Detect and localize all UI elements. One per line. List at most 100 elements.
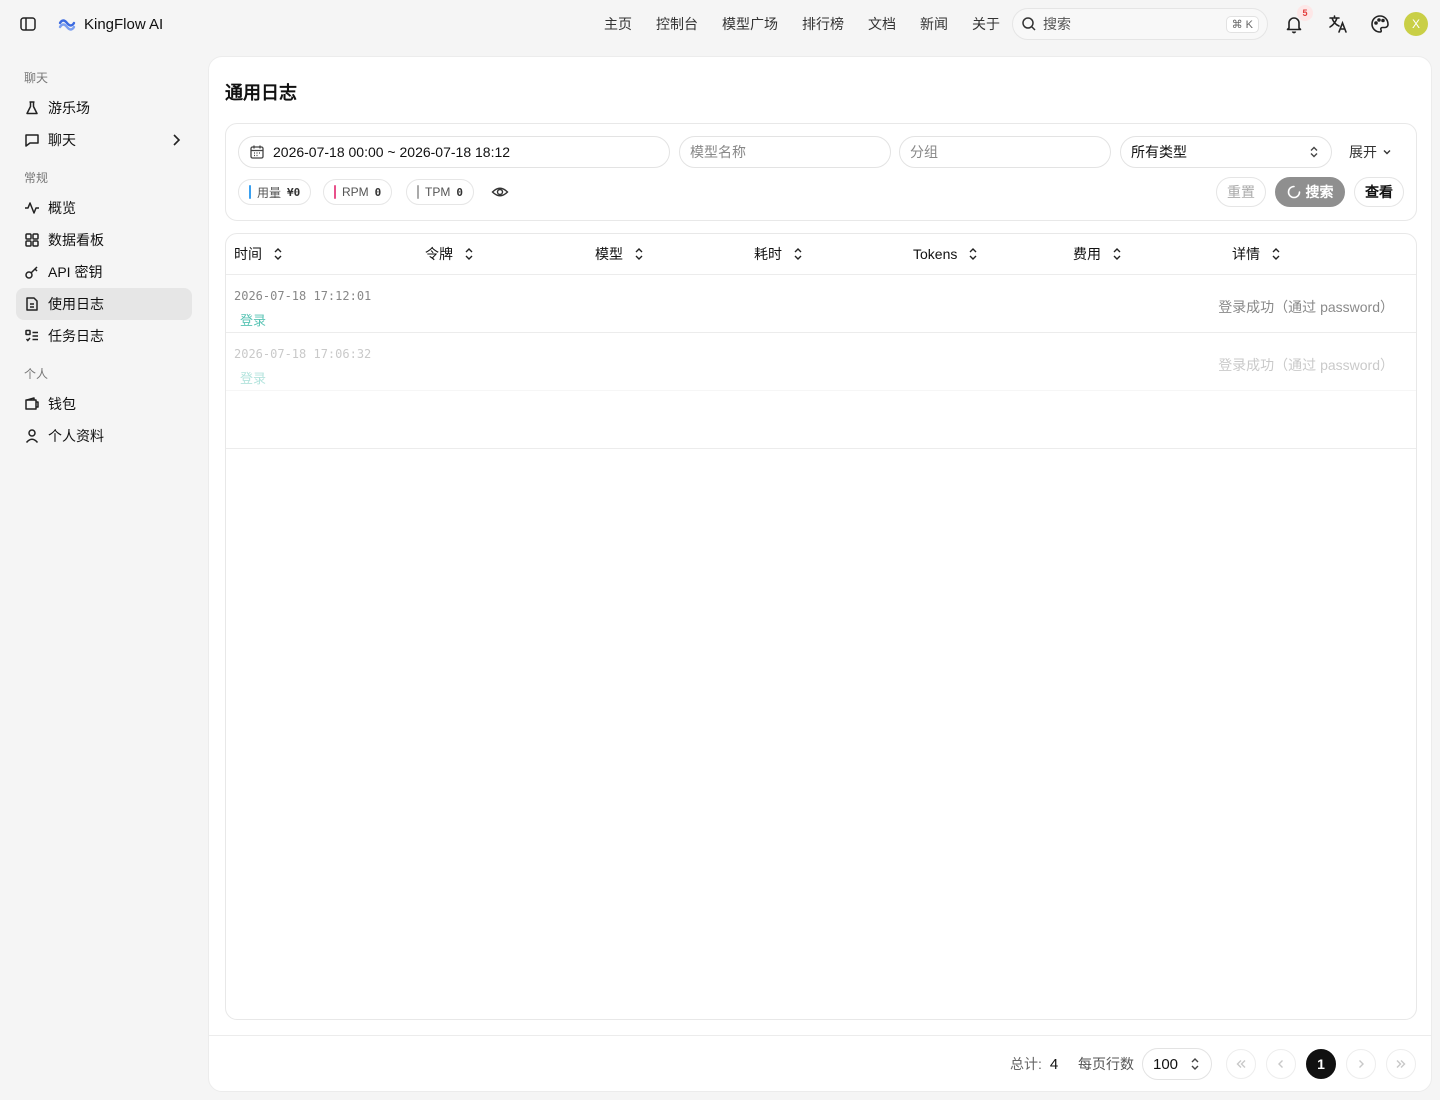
- next-page-button[interactable]: [1346, 1049, 1376, 1079]
- tpm-bar: [417, 185, 419, 199]
- sidebar-item-task-logs[interactable]: 任务日志: [16, 320, 192, 352]
- column-token[interactable]: 令牌: [425, 234, 475, 274]
- empty-table-row: [226, 391, 1416, 449]
- log-type-select[interactable]: 所有类型: [1120, 136, 1332, 168]
- first-page-button[interactable]: [1226, 1049, 1256, 1079]
- search-input[interactable]: [1043, 16, 1226, 32]
- chevron-down-icon: [1381, 146, 1393, 158]
- palette-icon[interactable]: [1368, 12, 1392, 36]
- sidebar-item-overview[interactable]: 概览: [16, 192, 192, 224]
- stat-label: TPM: [425, 185, 451, 199]
- search-button[interactable]: 搜索: [1275, 177, 1345, 207]
- sidebar-group-chat: 聊天: [24, 71, 49, 85]
- main-panel: 通用日志 2026-07-18 00:00 ~ 2026-07-18 18:12…: [208, 56, 1432, 1092]
- view-button[interactable]: 查看: [1354, 177, 1404, 207]
- file-icon: [24, 296, 40, 312]
- row-time: 2026-07-18 17:06:32: [234, 347, 372, 361]
- user-icon: [24, 428, 40, 444]
- page-title: 通用日志: [225, 83, 297, 103]
- sidebar-item-label: 聊天: [48, 132, 76, 148]
- sidebar-item-api-keys[interactable]: API 密钥: [16, 256, 192, 288]
- top-bar: KingFlow AI 主页 控制台 模型广场 排行榜 文档 新闻 关于 ⌘ K…: [0, 0, 1440, 48]
- date-range-value: 2026-07-18 00:00 ~ 2026-07-18 18:12: [273, 144, 511, 160]
- column-duration[interactable]: 耗时: [754, 234, 804, 274]
- stat-usage: 用量 ¥0: [238, 179, 312, 205]
- nav-ranking[interactable]: 排行榜: [790, 12, 856, 36]
- chevron-right-icon: [168, 132, 184, 148]
- sidebar-item-label: 个人资料: [48, 428, 104, 444]
- main-nav: 主页 控制台 模型广场 排行榜 文档 新闻 关于: [592, 12, 1012, 36]
- column-label: 令牌: [425, 246, 453, 262]
- nav-about[interactable]: 关于: [960, 12, 1012, 36]
- group-input[interactable]: [910, 144, 1100, 160]
- model-name-field[interactable]: [679, 136, 891, 168]
- stat-tpm: TPM 0: [406, 179, 474, 205]
- column-model[interactable]: 模型: [595, 234, 645, 274]
- page-button-current[interactable]: 1: [1306, 1049, 1336, 1079]
- column-label: 模型: [595, 246, 623, 262]
- chevron-left-icon: [1275, 1058, 1287, 1070]
- brand[interactable]: KingFlow AI: [58, 12, 163, 36]
- sidebar-item-profile[interactable]: 个人资料: [16, 420, 192, 452]
- last-page-button[interactable]: [1386, 1049, 1416, 1079]
- row-type-tag[interactable]: 登录: [240, 368, 266, 387]
- notification-badge: 5: [1297, 5, 1313, 21]
- sidebar-item-chat[interactable]: 聊天: [16, 124, 192, 156]
- table-header: 时间 令牌 模型 耗时 Tokens 费用 详情: [226, 234, 1416, 275]
- nav-console[interactable]: 控制台: [644, 12, 710, 36]
- sort-icon: [633, 247, 645, 261]
- column-details[interactable]: 详情: [1232, 234, 1282, 274]
- reset-button[interactable]: 重置: [1216, 177, 1266, 207]
- logo-icon: [58, 17, 76, 31]
- sort-icon: [272, 247, 284, 261]
- table-row[interactable]: 2026-07-18 17:12:01 登录 登录成功（通过 password）: [226, 275, 1416, 333]
- search-icon: [1021, 16, 1037, 32]
- date-range-picker[interactable]: 2026-07-18 00:00 ~ 2026-07-18 18:12: [238, 136, 670, 168]
- nav-home[interactable]: 主页: [592, 12, 644, 36]
- sidebar-item-playground[interactable]: 游乐场: [16, 92, 192, 124]
- stat-label: RPM: [342, 185, 369, 199]
- total-value: 4: [1049, 1055, 1059, 1073]
- prev-page-button[interactable]: [1266, 1049, 1296, 1079]
- translate-icon[interactable]: [1326, 12, 1350, 36]
- sort-icon: [1111, 247, 1123, 261]
- avatar[interactable]: X: [1404, 12, 1428, 36]
- stat-label: 用量: [257, 185, 282, 200]
- model-name-input[interactable]: [690, 144, 880, 160]
- column-tokens[interactable]: Tokens: [913, 234, 979, 274]
- activity-icon: [24, 200, 40, 216]
- nav-models[interactable]: 模型广场: [710, 12, 790, 36]
- list-icon: [24, 328, 40, 344]
- total-count: 总计: 4: [1010, 1054, 1058, 1074]
- sidebar-item-label: 概览: [48, 200, 76, 216]
- row-detail: 登录成功（通过 password）: [1218, 299, 1394, 315]
- sidebar-item-label: 任务日志: [48, 328, 104, 344]
- group-field[interactable]: [899, 136, 1111, 168]
- flask-icon: [24, 100, 40, 116]
- eye-icon[interactable]: [491, 183, 509, 201]
- column-label: 时间: [234, 246, 262, 262]
- chevron-up-down-icon: [1189, 1057, 1201, 1071]
- nav-docs[interactable]: 文档: [856, 12, 908, 36]
- sidebar-toggle-icon[interactable]: [18, 14, 38, 34]
- expand-filters-button[interactable]: 展开: [1349, 140, 1393, 164]
- sidebar-item-usage-logs[interactable]: 使用日志: [16, 288, 192, 320]
- chevrons-left-icon: [1235, 1058, 1247, 1070]
- table-row[interactable]: 2026-07-18 17:06:32 登录 登录成功（通过 password）: [226, 333, 1416, 391]
- stat-value: 0: [374, 185, 382, 199]
- column-cost[interactable]: 费用: [1073, 234, 1123, 274]
- page-size-select[interactable]: 100: [1142, 1048, 1212, 1080]
- sidebar: 聊天 游乐场 聊天 常规 概览 数据看板 API 密钥 使用日志 任务日志 个人…: [16, 64, 192, 452]
- column-time[interactable]: 时间: [234, 234, 284, 274]
- row-type-tag[interactable]: 登录: [240, 310, 266, 329]
- rpm-bar: [334, 185, 336, 199]
- wallet-icon: [24, 396, 40, 412]
- log-type-value: 所有类型: [1131, 144, 1187, 160]
- sidebar-item-dashboard[interactable]: 数据看板: [16, 224, 192, 256]
- row-detail: 登录成功（通过 password）: [1218, 357, 1394, 373]
- global-search[interactable]: ⌘ K: [1012, 8, 1268, 40]
- nav-news[interactable]: 新闻: [908, 12, 960, 36]
- column-label: 耗时: [754, 246, 782, 262]
- sidebar-item-wallet[interactable]: 钱包: [16, 388, 192, 420]
- column-label: 费用: [1073, 246, 1101, 262]
